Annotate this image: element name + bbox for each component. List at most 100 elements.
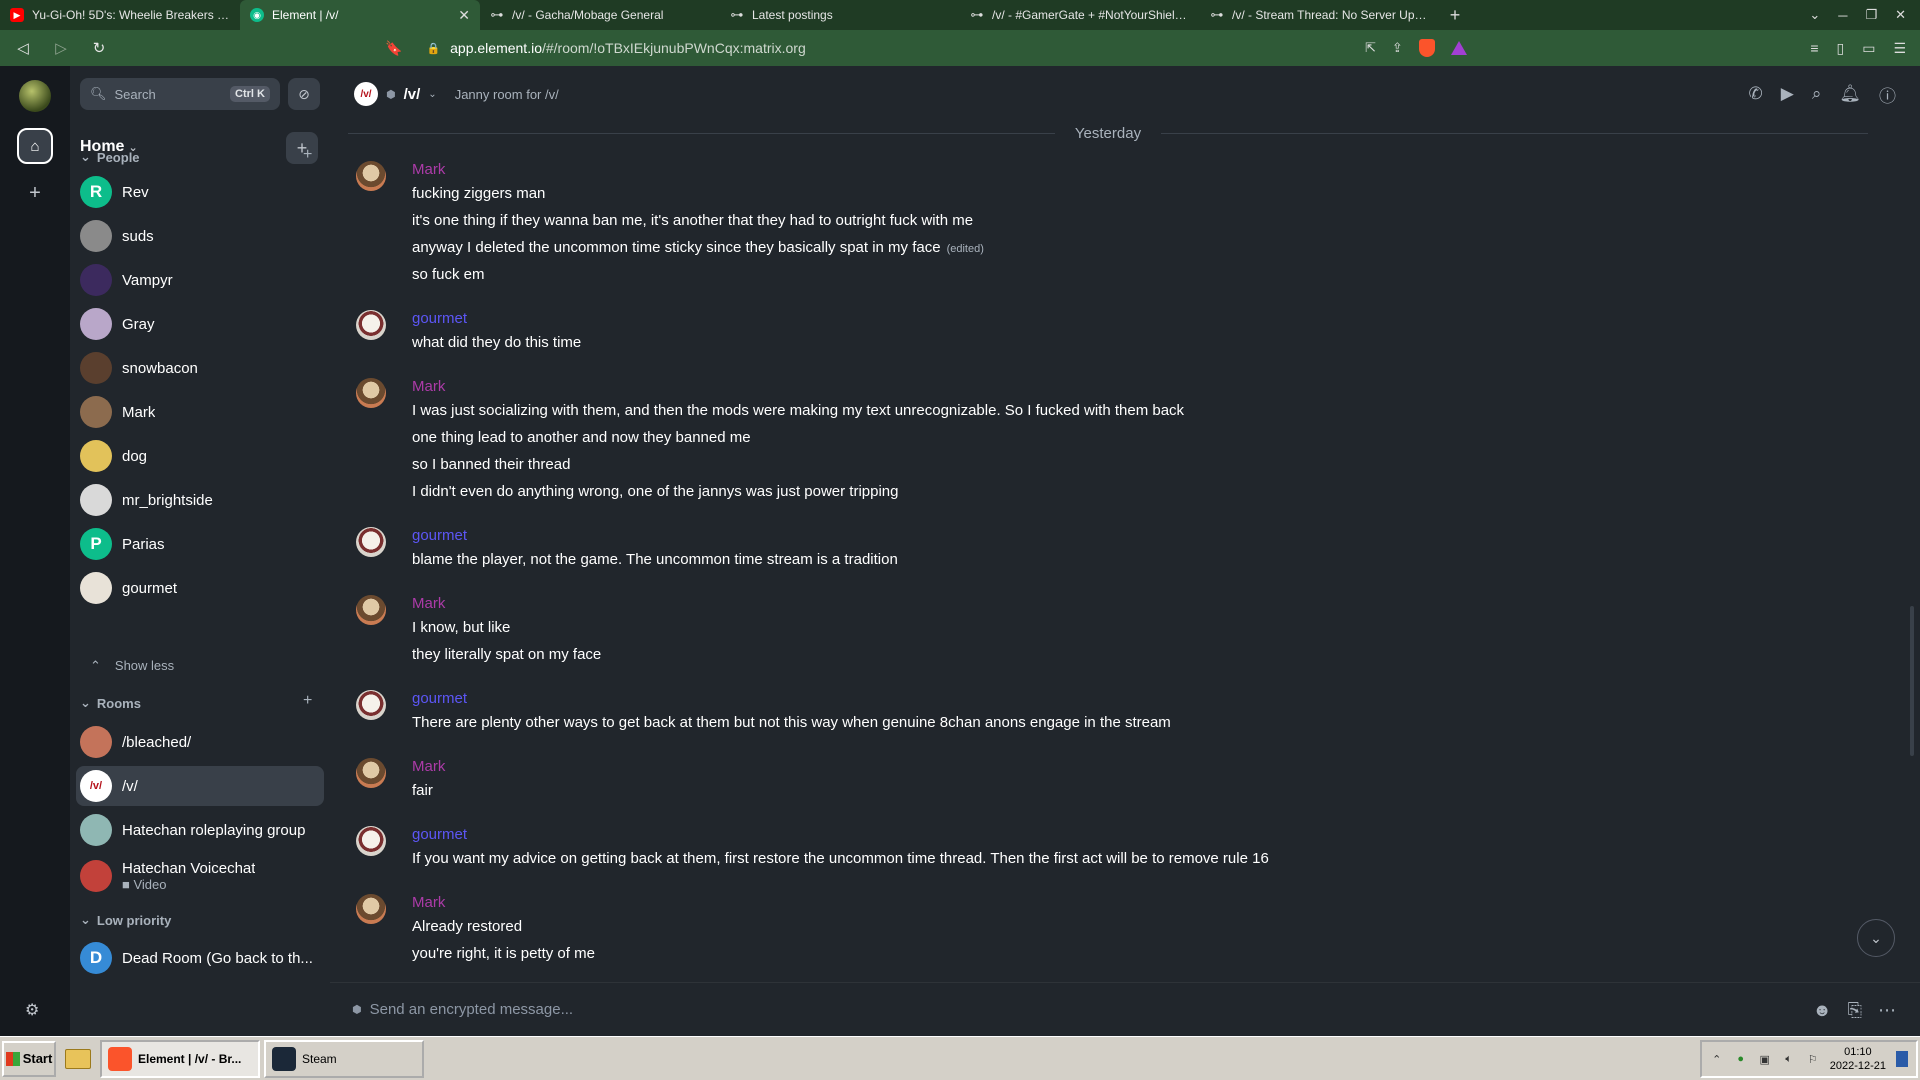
browser-tab[interactable]: ⊶ /v/ - Gacha/Mobage General [480, 0, 720, 30]
people-item[interactable]: mr_brightside [76, 480, 324, 520]
sender-avatar[interactable] [356, 595, 386, 625]
sender-name[interactable]: Mark [412, 595, 445, 612]
people-item[interactable]: Vampyr [76, 260, 324, 300]
explore-rooms-button[interactable]: ⊘ [288, 78, 320, 110]
jump-to-bottom-button[interactable]: ⌄ [1857, 919, 1895, 957]
room-item[interactable]: /v/ /v/ [76, 766, 324, 806]
start-button[interactable]: Start [2, 1040, 56, 1077]
network-icon[interactable]: ● [1734, 1052, 1748, 1066]
sender-name[interactable]: Mark [412, 894, 445, 911]
create-space-button[interactable]: + [24, 182, 46, 204]
reload-button[interactable]: ↻ [84, 39, 114, 57]
people-item[interactable]: snowbacon [76, 348, 324, 388]
new-tab-button[interactable]: + [1440, 5, 1470, 26]
sender-avatar[interactable] [356, 894, 386, 924]
sender-name[interactable]: gourmet [412, 690, 467, 707]
user-avatar[interactable] [19, 80, 51, 112]
browser-tab[interactable]: ⊶ /v/ - #GamerGate + #NotYourShield [#G [960, 0, 1200, 30]
sender-avatar[interactable] [356, 758, 386, 788]
sender-avatar[interactable] [356, 378, 386, 408]
notifications-bell-icon[interactable]: 🔔︎ [1839, 84, 1861, 104]
volume-icon[interactable]: 🔈︎ [1782, 1052, 1796, 1066]
room-avatar[interactable]: /v/ [354, 82, 378, 106]
voice-call-icon[interactable]: ✆ [1749, 84, 1763, 104]
share-icon[interactable]: ⇪ [1392, 40, 1403, 56]
add-room-button[interactable]: + [303, 692, 312, 710]
room-name: dog [122, 447, 148, 465]
playlist-icon[interactable]: ≡ [1810, 40, 1818, 56]
show-desktop-icon[interactable] [1896, 1051, 1908, 1067]
taskbar-item-brave[interactable]: Element | /v/ - Br... [100, 1039, 260, 1078]
sender-name[interactable]: Mark [412, 378, 445, 395]
people-item[interactable]: R Rev [76, 172, 324, 212]
room-search-icon[interactable]: ⌕ [1812, 84, 1822, 104]
search-button[interactable]: 🔍︎ Search Ctrl K [80, 78, 280, 110]
sender-name[interactable]: Mark [412, 758, 445, 775]
sender-avatar[interactable] [356, 826, 386, 856]
action-center-flag-icon[interactable]: ⚐ [1806, 1052, 1820, 1066]
browser-tab[interactable]: ⊶ Latest postings [720, 0, 960, 30]
show-less-button[interactable]: ⌃ Show less [90, 658, 174, 674]
sender-name[interactable]: gourmet [412, 527, 467, 544]
start-chat-button[interactable]: + [303, 146, 312, 164]
minimize-icon[interactable]: ─ [1838, 8, 1847, 23]
attachment-icon[interactable]: ⎘ [1848, 1000, 1862, 1021]
room-item[interactable]: /bleached/ [76, 722, 324, 762]
sender-avatar[interactable] [356, 527, 386, 557]
wallet-icon[interactable]: ▭ [1862, 40, 1875, 57]
display-icon[interactable]: ▣ [1758, 1052, 1772, 1066]
people-item[interactable]: suds [76, 216, 324, 256]
message-input[interactable] [369, 1001, 1470, 1018]
sender-avatar[interactable] [356, 161, 386, 191]
rooms-section-header[interactable]: ⌄ Rooms [80, 695, 141, 711]
people-item[interactable]: P Parias [76, 524, 324, 564]
edited-marker[interactable]: (edited) [947, 243, 984, 255]
timeline-scrollbar[interactable] [1910, 606, 1914, 756]
browser-tab[interactable]: ◉ Element | /v/ ✕ [240, 0, 480, 30]
emoji-icon[interactable]: ☻ [1813, 1000, 1832, 1021]
quick-settings-icon[interactable]: ⚙ [25, 1000, 39, 1020]
file-explorer-icon[interactable] [60, 1041, 96, 1077]
people-section-header[interactable]: ⌄ People [80, 149, 140, 165]
restore-icon[interactable]: ❐ [1865, 7, 1877, 23]
show-hidden-icons-icon[interactable]: ⌃ [1710, 1052, 1724, 1066]
room-item[interactable]: Hatechan roleplaying group [76, 810, 324, 850]
low-priority-section-header[interactable]: ⌄ Low priority [80, 912, 171, 928]
close-window-icon[interactable]: ✕ [1895, 7, 1906, 23]
taskbar-item-steam[interactable]: Steam [264, 1039, 424, 1078]
sender-name[interactable]: Mark [412, 161, 445, 178]
sender-name[interactable]: gourmet [412, 826, 467, 843]
people-item[interactable]: Mark [76, 392, 324, 432]
bookmark-icon[interactable]: 🔖 [385, 40, 402, 57]
people-item[interactable]: Gray [76, 304, 324, 344]
browser-tab[interactable]: ▶ Yu-Gi-Oh! 5D's: Wheelie Breakers vs Rub… [0, 0, 240, 30]
home-add-button[interactable]: + [286, 132, 318, 164]
address-bar[interactable]: 🔖 🔒 app.element.io/#/room/!oTBxIEkjunubP… [385, 30, 806, 66]
menu-icon[interactable]: ☰ [1893, 40, 1906, 57]
room-item[interactable]: Hatechan Voicechat ■ Video [76, 854, 324, 898]
open-external-icon[interactable]: ⇱ [1365, 40, 1376, 56]
people-item[interactable]: dog [76, 436, 324, 476]
brave-shields-icon[interactable] [1418, 39, 1435, 57]
brave-rewards-icon[interactable] [1450, 41, 1467, 55]
low-priority-item[interactable]: D Dead Room (Go back to th... [76, 938, 324, 978]
video-call-icon[interactable]: ▶ [1781, 84, 1794, 104]
clock[interactable]: 01:10 2022-12-21 [1830, 1045, 1886, 1073]
sidebar-toggle-icon[interactable]: ▯ [1836, 40, 1844, 57]
tab-search-chevron-icon[interactable]: ⌄ [1809, 7, 1820, 23]
sender-avatar[interactable] [356, 310, 386, 340]
room-info-icon[interactable]: ⓘ [1879, 82, 1896, 107]
chevron-down-icon[interactable]: ⌄ [428, 89, 436, 100]
home-space-button[interactable]: ⌂ [17, 128, 53, 164]
sender-avatar[interactable] [356, 690, 386, 720]
close-tab-icon[interactable]: ✕ [458, 7, 470, 24]
back-button[interactable]: ◁ [8, 39, 38, 57]
room-name: Parias [122, 535, 165, 553]
room-topic[interactable]: Janny room for /v/ [455, 87, 559, 102]
browser-tab[interactable]: ⊶ /v/ - Stream Thread: No Server Updates … [1200, 0, 1440, 30]
sender-name[interactable]: gourmet [412, 310, 467, 327]
people-item[interactable]: gourmet [76, 568, 324, 608]
more-options-icon[interactable]: ⋯ [1878, 1000, 1896, 1021]
forward-button[interactable]: ▷ [46, 39, 76, 57]
room-name[interactable]: /v/ [404, 86, 421, 103]
